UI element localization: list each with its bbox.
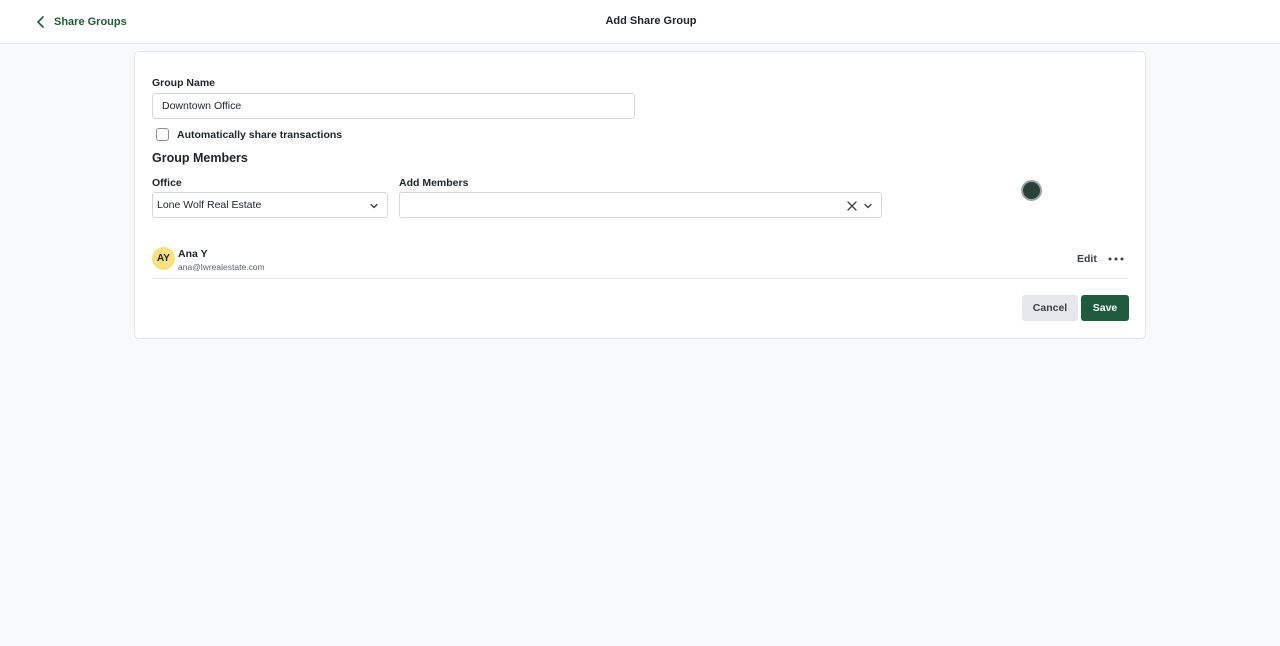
chevron-down-icon	[370, 203, 378, 209]
group-members-heading: Group Members	[152, 151, 248, 165]
member-email: ana@lwrealestate.com	[178, 262, 265, 272]
save-button[interactable]: Save	[1081, 295, 1129, 321]
chevron-down-icon[interactable]	[863, 201, 873, 211]
member-row: AY Ana Y ana@lwrealestate.com Edit	[152, 244, 1128, 279]
member-edit-button[interactable]: Edit	[1077, 253, 1097, 265]
add-members-label: Add Members	[399, 177, 469, 189]
group-name-input[interactable]	[152, 93, 635, 119]
clear-icon[interactable]	[846, 200, 858, 212]
add-members-select[interactable]	[399, 192, 882, 218]
group-name-label: Group Name	[152, 77, 216, 89]
cancel-button[interactable]: Cancel	[1022, 295, 1078, 321]
page-title: Add Share Group	[605, 15, 697, 27]
status-indicator-dot	[1021, 180, 1042, 201]
avatar: AY	[152, 247, 175, 270]
auto-share-label: Automatically share transactions	[177, 128, 343, 141]
member-name: Ana Y	[178, 248, 208, 260]
top-bar: Share Groups Add Share Group	[0, 0, 1280, 44]
auto-share-checkbox-row[interactable]: Automatically share transactions	[156, 128, 342, 141]
more-horizontal-icon[interactable]	[1108, 257, 1124, 261]
office-select[interactable]: Lone Wolf Real Estate	[152, 192, 388, 218]
auto-share-checkbox[interactable]	[156, 128, 169, 141]
office-label: Office	[152, 177, 182, 189]
share-group-form-card: Group Name Automatically share transacti…	[134, 51, 1146, 339]
office-select-value: Lone Wolf Real Estate	[157, 199, 262, 211]
